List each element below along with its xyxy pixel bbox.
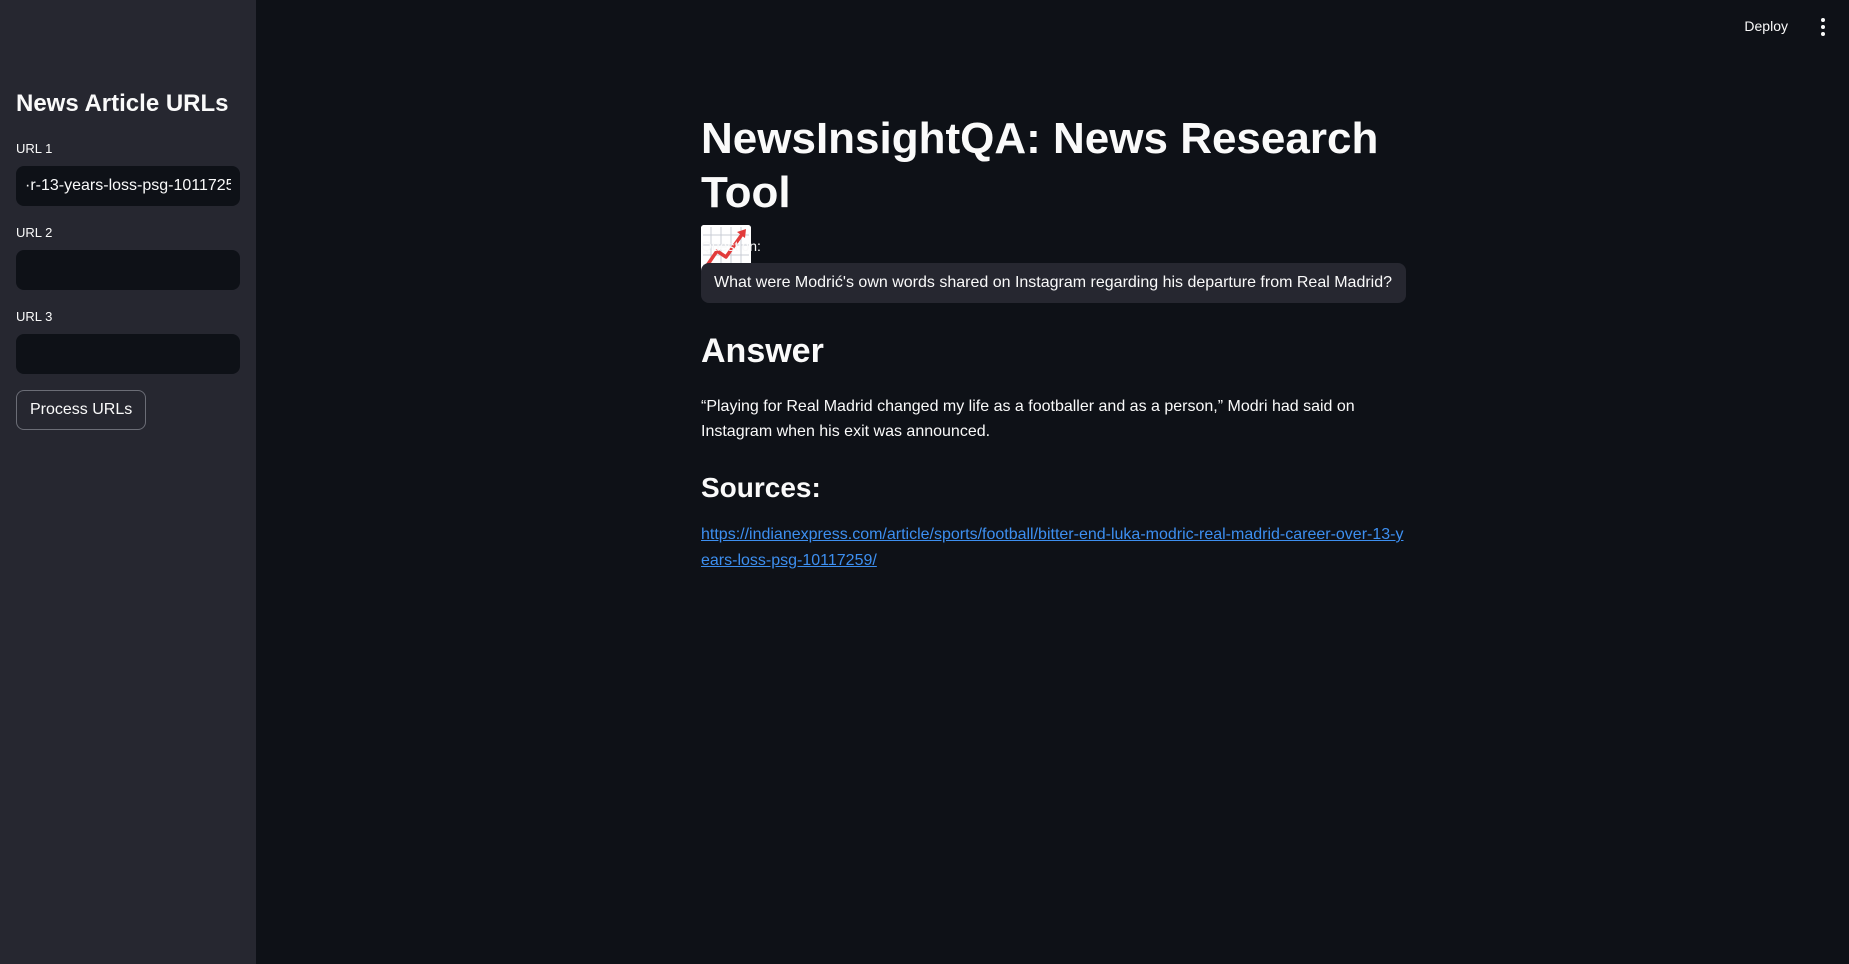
url-2-label: URL 2	[16, 225, 53, 240]
page-title-text: NewsInsightQA: News Research Tool	[701, 114, 1379, 217]
url-3-label: URL 3	[16, 309, 53, 324]
url-3-input[interactable]	[16, 334, 240, 374]
question-label: Question:	[701, 238, 761, 254]
sidebar-title: News Article URLs	[16, 90, 229, 117]
answer-text: “Playing for Real Madrid changed my life…	[701, 398, 1355, 440]
process-urls-button[interactable]: Process URLs	[16, 390, 147, 430]
url-2-input[interactable]	[16, 250, 240, 290]
vertical-ellipsis-icon[interactable]	[1819, 18, 1827, 36]
url-1-input[interactable]	[16, 166, 240, 206]
sources-heading: Sources:	[701, 472, 821, 503]
deploy-button[interactable]: Deploy	[1738, 14, 1794, 38]
menu-dot	[1821, 25, 1825, 29]
page-title: NewsInsightQA: News Research Tool	[701, 112, 1421, 274]
sidebar: News Article URLs URL 1 URL 2 URL 3 Proc…	[0, 0, 256, 964]
answer-heading: Answer	[701, 332, 824, 370]
url-1-label: URL 1	[16, 141, 53, 156]
menu-dot	[1821, 32, 1825, 36]
question-input[interactable]	[701, 263, 1406, 303]
source-link[interactable]: https://indianexpress.com/article/sports…	[701, 522, 1406, 574]
menu-dot	[1821, 18, 1825, 22]
app-root: News Article URLs URL 1 URL 2 URL 3 Proc…	[0, 0, 1849, 964]
